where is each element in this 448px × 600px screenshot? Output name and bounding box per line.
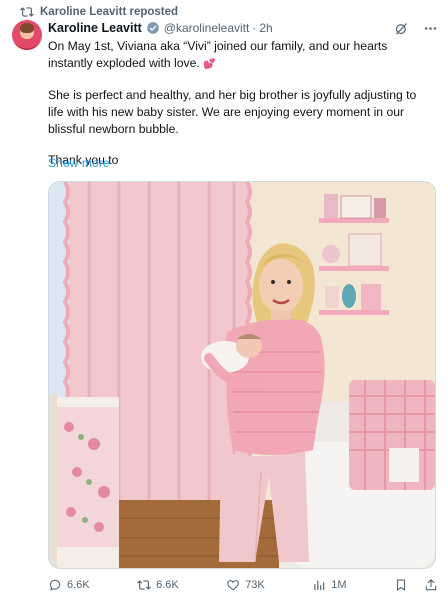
- repost-icon: [20, 7, 34, 17]
- repost-indicator: Karoline Leavitt reposted: [20, 4, 178, 20]
- verified-badge-icon: [146, 22, 159, 34]
- views-count: 1M: [331, 579, 347, 591]
- tweet-paragraph-1-text: On May 1st, Viviana aka “Vivi” joined ou…: [48, 39, 391, 70]
- share-icon: [425, 579, 437, 591]
- share-button[interactable]: [424, 578, 438, 592]
- reply-icon: [49, 579, 61, 591]
- bookmark-button[interactable]: [394, 578, 408, 592]
- repost-action-icon: [137, 580, 152, 590]
- like-count: 73K: [245, 579, 265, 591]
- like-button[interactable]: 73K: [226, 578, 265, 592]
- repost-button[interactable]: 6.6K: [137, 578, 179, 592]
- nursery-photo: [49, 182, 435, 568]
- heart-emoji: 💕: [203, 59, 216, 70]
- tweet-paragraph-1: On May 1st, Viviana aka “Vivi” joined ou…: [48, 38, 433, 73]
- action-bar-right: [394, 578, 438, 592]
- repost-count: 6.6K: [156, 579, 179, 591]
- tweet-header: Karoline Leavitt @karolineleavitt · 2h: [48, 19, 438, 37]
- avatar[interactable]: [12, 20, 42, 50]
- grok-icon[interactable]: [394, 21, 409, 36]
- bookmark-icon: [396, 579, 405, 591]
- author-handle[interactable]: @karolineleavitt: [164, 21, 250, 35]
- action-bar: 6.6K 6.6K 73K 1M: [48, 576, 438, 594]
- separator-dot: ·: [252, 21, 257, 35]
- reply-count: 6.6K: [67, 579, 90, 591]
- author-name[interactable]: Karoline Leavitt: [48, 21, 142, 35]
- more-options-icon[interactable]: [423, 21, 438, 36]
- analytics-icon: [314, 580, 325, 591]
- show-more-link[interactable]: Show more: [48, 156, 110, 170]
- repost-label[interactable]: Karoline Leavitt reposted: [40, 6, 178, 18]
- views-button[interactable]: 1M: [312, 578, 347, 592]
- tweet-photo[interactable]: [48, 181, 436, 569]
- tweet-time[interactable]: 2h: [259, 21, 272, 35]
- heart-icon: [227, 580, 239, 591]
- reply-button[interactable]: 6.6K: [48, 578, 90, 592]
- tweet-paragraph-2: She is perfect and healthy, and her big …: [48, 88, 420, 136]
